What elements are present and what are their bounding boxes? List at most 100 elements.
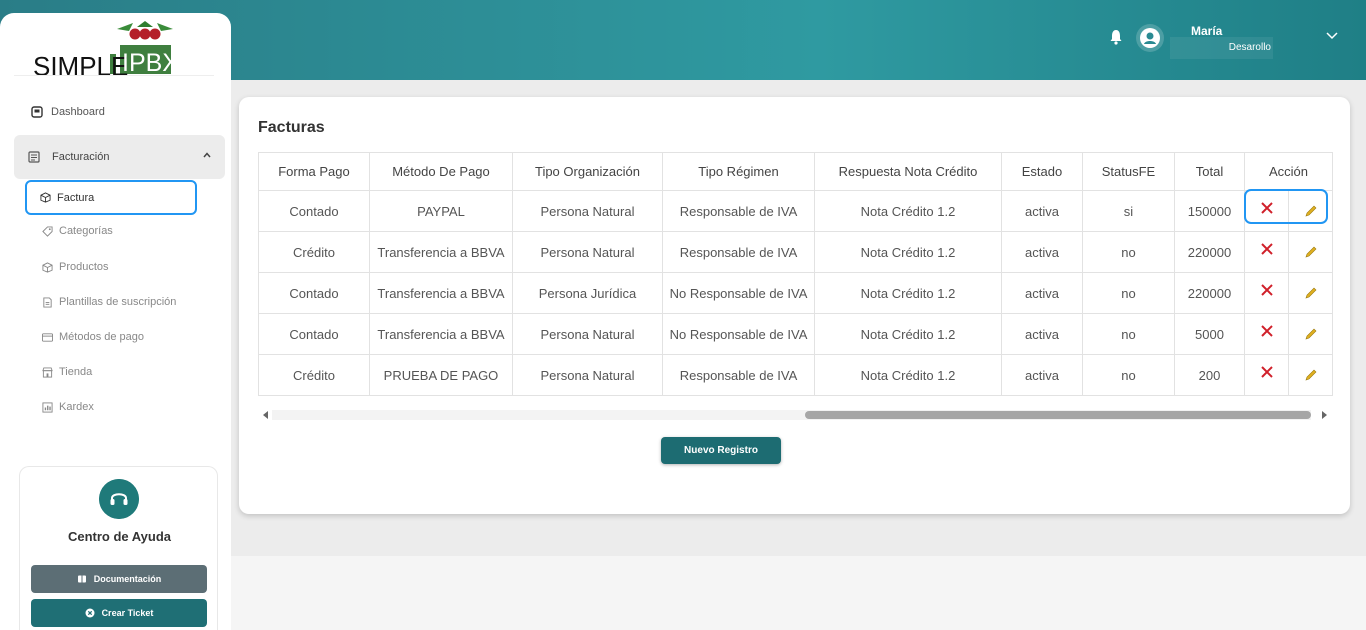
highlight-box	[1244, 189, 1328, 224]
cell-tipo-regimen: Responsable de IVA	[662, 231, 815, 273]
create-ticket-button[interactable]: Crear Ticket	[31, 599, 207, 627]
sidebar-group-facturacion[interactable]: Facturación	[14, 135, 225, 179]
column-header[interactable]: Respuesta Nota Crédito	[814, 152, 1002, 191]
cell-tipo-regimen: No Responsable de IVA	[662, 272, 815, 314]
box-icon	[40, 192, 51, 203]
scrollbar-thumb[interactable]	[805, 411, 1311, 419]
cell-tipo-organizacion: Persona Natural	[512, 190, 663, 232]
box-icon	[42, 261, 53, 273]
scroll-left-arrow-icon[interactable]	[262, 411, 270, 419]
cell-tipo-organizacion: Persona Natural	[512, 231, 663, 273]
column-header[interactable]: Forma Pago	[258, 152, 370, 191]
sidebar-item-kardex[interactable]: Kardex	[26, 395, 198, 419]
card-icon	[42, 332, 53, 342]
pencil-icon[interactable]	[1304, 245, 1318, 259]
delete-icon[interactable]	[1260, 242, 1274, 256]
sidebar-item-categorias[interactable]: Categorías	[26, 219, 198, 243]
cell-nota-credito: Nota Crédito 1.2	[814, 190, 1002, 232]
cell-total: 220000	[1174, 272, 1245, 314]
column-header[interactable]: Tipo Régimen	[662, 152, 815, 191]
logo-simple-text: SIMPLE	[33, 51, 128, 77]
table-row: Contado Transferencia a BBVA Persona Nat…	[258, 313, 1333, 355]
cell-tipo-regimen: No Responsable de IVA	[662, 313, 815, 355]
cell-estado: activa	[1001, 354, 1083, 396]
table-row: Crédito Transferencia a BBVA Persona Nat…	[258, 231, 1333, 273]
bell-icon[interactable]	[1109, 29, 1123, 45]
book-icon	[77, 575, 86, 583]
column-header[interactable]: Método De Pago	[369, 152, 513, 191]
user-name[interactable]: María	[1191, 24, 1222, 38]
cell-estado: activa	[1001, 313, 1083, 355]
cell-nota-credito: Nota Crédito 1.2	[814, 272, 1002, 314]
user-role[interactable]: Desarollo	[1170, 37, 1273, 59]
cell-estado: activa	[1001, 190, 1083, 232]
chevron-down-icon[interactable]	[1326, 32, 1338, 40]
column-header[interactable]: StatusFE	[1082, 152, 1175, 191]
cell-metodo-pago: PAYPAL	[369, 190, 513, 232]
cell-status-fe: no	[1082, 231, 1175, 273]
delete-icon[interactable]	[1260, 283, 1274, 297]
new-record-button[interactable]: Nuevo Registro	[661, 437, 781, 464]
column-header: Acción	[1244, 152, 1333, 191]
create-ticket-label: Crear Ticket	[101, 608, 154, 618]
sidebar-item-productos[interactable]: Productos	[26, 255, 198, 279]
headset-icon	[99, 479, 139, 519]
delete-icon[interactable]	[1260, 324, 1274, 338]
cell-tipo-organizacion: Persona Natural	[512, 354, 663, 396]
edit-cell	[1288, 231, 1333, 273]
cell-total: 150000	[1174, 190, 1245, 232]
edit-cell	[1288, 313, 1333, 355]
help-center-panel: Centro de Ayuda Documentación Crear Tick…	[19, 466, 218, 630]
cell-forma-pago: Contado	[258, 313, 370, 355]
sidebar-item-label: Tienda	[59, 366, 93, 378]
pencil-icon[interactable]	[1304, 368, 1318, 382]
sidebar-item-label: Plantillas de suscripción	[59, 296, 177, 308]
documentation-label: Documentación	[93, 574, 162, 584]
sidebar-item-metodos-pago[interactable]: Métodos de pago	[26, 325, 198, 349]
sidebar-item-label: Métodos de pago	[59, 331, 145, 343]
cell-metodo-pago: Transferencia a BBVA	[369, 313, 513, 355]
store-icon	[42, 366, 53, 378]
sidebar-item-dashboard[interactable]: Dashboard	[14, 100, 224, 124]
scroll-right-arrow-icon[interactable]	[1320, 411, 1328, 419]
cell-status-fe: no	[1082, 313, 1175, 355]
invoice-icon	[28, 151, 40, 163]
sidebar-item-label: Categorías	[59, 225, 113, 237]
sidebar-item-tienda[interactable]: Tienda	[26, 360, 198, 384]
cell-metodo-pago: PRUEBA DE PAGO	[369, 354, 513, 396]
report-icon	[42, 401, 53, 413]
user-avatar-icon[interactable]	[1135, 23, 1165, 53]
sidebar-item-factura[interactable]: Factura	[25, 180, 197, 215]
column-header[interactable]: Tipo Organización	[512, 152, 663, 191]
cell-estado: activa	[1001, 272, 1083, 314]
cell-forma-pago: Crédito	[258, 231, 370, 273]
horizontal-scrollbar[interactable]	[258, 408, 1327, 422]
cell-metodo-pago: Transferencia a BBVA	[369, 272, 513, 314]
pencil-icon[interactable]	[1304, 327, 1318, 341]
edit-cell	[1288, 354, 1333, 396]
sidebar-item-label: Dashboard	[51, 106, 105, 118]
cell-total: 220000	[1174, 231, 1245, 273]
cell-forma-pago: Contado	[258, 190, 370, 232]
delete-icon[interactable]	[1260, 365, 1274, 379]
column-header[interactable]: Total	[1174, 152, 1245, 191]
ticket-x-icon	[85, 608, 95, 618]
cell-status-fe: no	[1082, 354, 1175, 396]
sidebar-item-plantillas[interactable]: Plantillas de suscripción	[26, 290, 216, 314]
chevron-up-icon	[203, 152, 211, 158]
pencil-icon[interactable]	[1304, 286, 1318, 300]
tag-icon	[42, 225, 53, 237]
column-header[interactable]: Estado	[1001, 152, 1083, 191]
cell-status-fe: no	[1082, 272, 1175, 314]
invoices-table: Forma Pago Método De Pago Tipo Organizac…	[258, 152, 1333, 396]
edit-cell	[1288, 272, 1333, 314]
sidebar-item-label: Productos	[59, 261, 109, 273]
cell-tipo-regimen: Responsable de IVA	[662, 190, 815, 232]
simple-ipbx-logo[interactable]: SIMPLE IPBX	[33, 21, 173, 77]
cell-metodo-pago: Transferencia a BBVA	[369, 231, 513, 273]
table-row: Crédito PRUEBA DE PAGO Persona Natural R…	[258, 354, 1333, 396]
sidebar-group-label: Facturación	[52, 151, 110, 163]
documentation-button[interactable]: Documentación	[31, 565, 207, 593]
dashboard-icon	[31, 106, 43, 118]
delete-cell	[1244, 354, 1289, 396]
